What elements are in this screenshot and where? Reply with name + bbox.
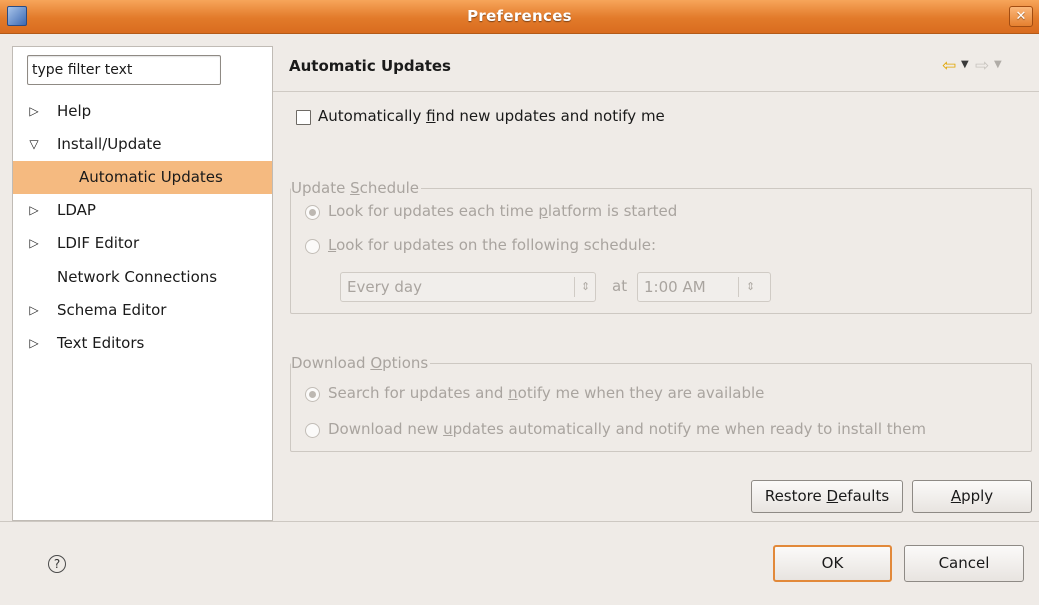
spinner-icon: ⇕ (581, 280, 591, 293)
download-notify-radio[interactable] (305, 387, 320, 402)
tree-item-ldif-editor[interactable]: ▷ LDIF Editor (13, 227, 272, 260)
tree-item-label: Schema Editor (57, 301, 167, 319)
tree-item-network-connections[interactable]: Network Connections (13, 261, 272, 294)
preference-page: Automatic Updates ⇦ ▼ ⇨ ▼ Automatically … (273, 46, 1039, 522)
tree-item-text-editors[interactable]: ▷ Text Editors (13, 327, 272, 360)
bottom-divider (0, 521, 1039, 522)
expand-arrow-icon[interactable]: ▷ (27, 194, 41, 227)
tree-item-install-update[interactable]: ▽ Install/Update (13, 128, 272, 161)
schedule-custom-radio[interactable] (305, 239, 320, 254)
schedule-custom-label[interactable]: Look for updates on the following schedu… (328, 236, 656, 254)
tree-item-schema-editor[interactable]: ▷ Schema Editor (13, 294, 272, 327)
preferences-window: Preferences ✕ ▷ Help ▽ Install/Update Au… (0, 0, 1039, 605)
at-label: at (612, 277, 628, 295)
title-bar[interactable]: Preferences ✕ (0, 0, 1039, 34)
help-icon[interactable]: ? (48, 555, 66, 573)
page-title: Automatic Updates (289, 57, 451, 75)
tree-item-help[interactable]: ▷ Help (13, 95, 272, 128)
download-notify-label[interactable]: Search for updates and notify me when th… (328, 384, 764, 402)
window-title: Preferences (467, 7, 572, 25)
tree-item-label: LDAP (57, 201, 96, 219)
forward-arrow-icon: ⇨ (975, 56, 990, 76)
schedule-day-select[interactable]: Every day ⇕ (340, 272, 596, 302)
header-divider (273, 91, 1039, 92)
download-auto-radio[interactable] (305, 423, 320, 438)
cancel-button[interactable]: Cancel (904, 545, 1024, 582)
tree-item-label: LDIF Editor (57, 234, 140, 252)
tree-item-label: Automatic Updates (79, 168, 223, 186)
update-schedule-legend: Update Schedule (291, 179, 420, 197)
download-options-legend: Download Options (291, 354, 429, 372)
expand-arrow-icon[interactable]: ▷ (27, 95, 41, 128)
collapse-arrow-icon[interactable]: ▽ (27, 128, 41, 161)
tree-item-label: Text Editors (57, 334, 145, 352)
auto-find-label[interactable]: Automatically find new updates and notif… (318, 107, 665, 125)
expand-arrow-icon[interactable]: ▷ (27, 227, 41, 260)
schedule-on-startup-radio[interactable] (305, 205, 320, 220)
close-button[interactable]: ✕ (1009, 6, 1033, 27)
expand-arrow-icon[interactable]: ▷ (27, 294, 41, 327)
auto-find-checkbox[interactable] (296, 110, 311, 125)
tree-item-label: Install/Update (57, 135, 162, 153)
download-auto-label[interactable]: Download new updates automatically and n… (328, 420, 926, 438)
spinner-icon: ⇕ (746, 280, 756, 293)
tree-item-ldap[interactable]: ▷ LDAP (13, 194, 272, 227)
restore-defaults-button[interactable]: Restore Defaults (751, 480, 903, 513)
apply-button[interactable]: Apply (912, 480, 1032, 513)
back-menu-chevron-icon[interactable]: ▼ (961, 59, 969, 70)
schedule-time-select[interactable]: 1:00 AM ⇕ (637, 272, 771, 302)
forward-menu-chevron-icon: ▼ (994, 59, 1002, 70)
expand-arrow-icon[interactable]: ▷ (27, 327, 41, 360)
tree-item-label: Network Connections (57, 268, 218, 286)
tree-item-label: Help (57, 102, 92, 120)
tree-item-automatic-updates[interactable]: Automatic Updates (13, 161, 272, 194)
filter-input[interactable] (27, 55, 221, 85)
back-arrow-icon[interactable]: ⇦ (942, 56, 956, 76)
ok-button[interactable]: OK (773, 545, 892, 582)
preference-tree-pane: ▷ Help ▽ Install/Update Automatic Update… (12, 46, 273, 521)
schedule-on-startup-label[interactable]: Look for updates each time platform is s… (328, 202, 677, 220)
